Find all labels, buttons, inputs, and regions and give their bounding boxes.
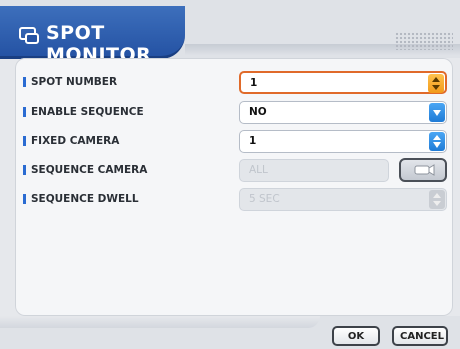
sequence-camera-field: ALL — [239, 159, 389, 182]
row-fixed-camera: FIXED CAMERA 1 — [15, 130, 453, 154]
arrow-down-icon[interactable] — [433, 142, 441, 148]
spot-monitor-window: SPOT MONITOR SPOT NUMBER 1 ENABLE SEQUEN… — [0, 0, 460, 349]
spot-number-stepper[interactable] — [428, 74, 444, 93]
row-spot-number: SPOT NUMBER 1 — [15, 71, 453, 95]
row-enable-sequence: ENABLE SEQUENCE NO — [15, 101, 453, 125]
fixed-camera-stepper[interactable] — [429, 132, 445, 151]
enable-sequence-value: NO — [249, 106, 267, 118]
enable-sequence-label: ENABLE SEQUENCE — [23, 106, 144, 118]
sequence-dwell-field: 5 SEC — [239, 188, 447, 211]
enable-sequence-dropdown[interactable]: NO — [239, 101, 447, 124]
camera-icon — [414, 164, 435, 176]
fixed-camera-field[interactable]: 1 — [239, 130, 447, 153]
footer-curve — [0, 316, 320, 328]
row-sequence-camera: SEQUENCE CAMERA ALL — [15, 158, 453, 183]
ok-button[interactable]: OK — [332, 326, 380, 346]
fixed-camera-value: 1 — [249, 135, 257, 147]
spot-number-value: 1 — [250, 77, 258, 89]
cancel-button[interactable]: CANCEL — [392, 326, 448, 346]
dot-pattern — [395, 32, 453, 50]
spot-number-label: SPOT NUMBER — [22, 76, 118, 88]
sequence-camera-value: ALL — [249, 164, 268, 176]
camera-select-button[interactable] — [399, 158, 447, 182]
arrow-up-icon[interactable] — [433, 135, 441, 140]
sequence-camera-label: SEQUENCE CAMERA — [22, 164, 148, 176]
sequence-dwell-stepper — [429, 190, 445, 209]
chevron-down-icon — [433, 110, 441, 116]
arrow-down-icon — [433, 201, 441, 206]
monitor-icon — [19, 27, 39, 44]
spot-number-field[interactable]: 1 — [239, 71, 447, 94]
arrow-up-icon[interactable] — [432, 77, 440, 82]
dropdown-button[interactable] — [429, 103, 445, 122]
arrow-up-icon — [433, 193, 441, 198]
arrow-down-icon[interactable] — [432, 85, 440, 90]
title-bar: SPOT MONITOR — [0, 0, 460, 66]
fixed-camera-label: FIXED CAMERA — [22, 135, 120, 147]
sequence-dwell-value: 5 SEC — [249, 193, 280, 205]
sequence-dwell-label: SEQUENCE DWELL — [23, 193, 139, 205]
row-sequence-dwell: SEQUENCE DWELL 5 SEC — [15, 188, 453, 212]
settings-panel: SPOT NUMBER 1 ENABLE SEQUENCE NO FIXED C… — [15, 58, 453, 316]
title-tab: SPOT MONITOR — [0, 6, 185, 66]
